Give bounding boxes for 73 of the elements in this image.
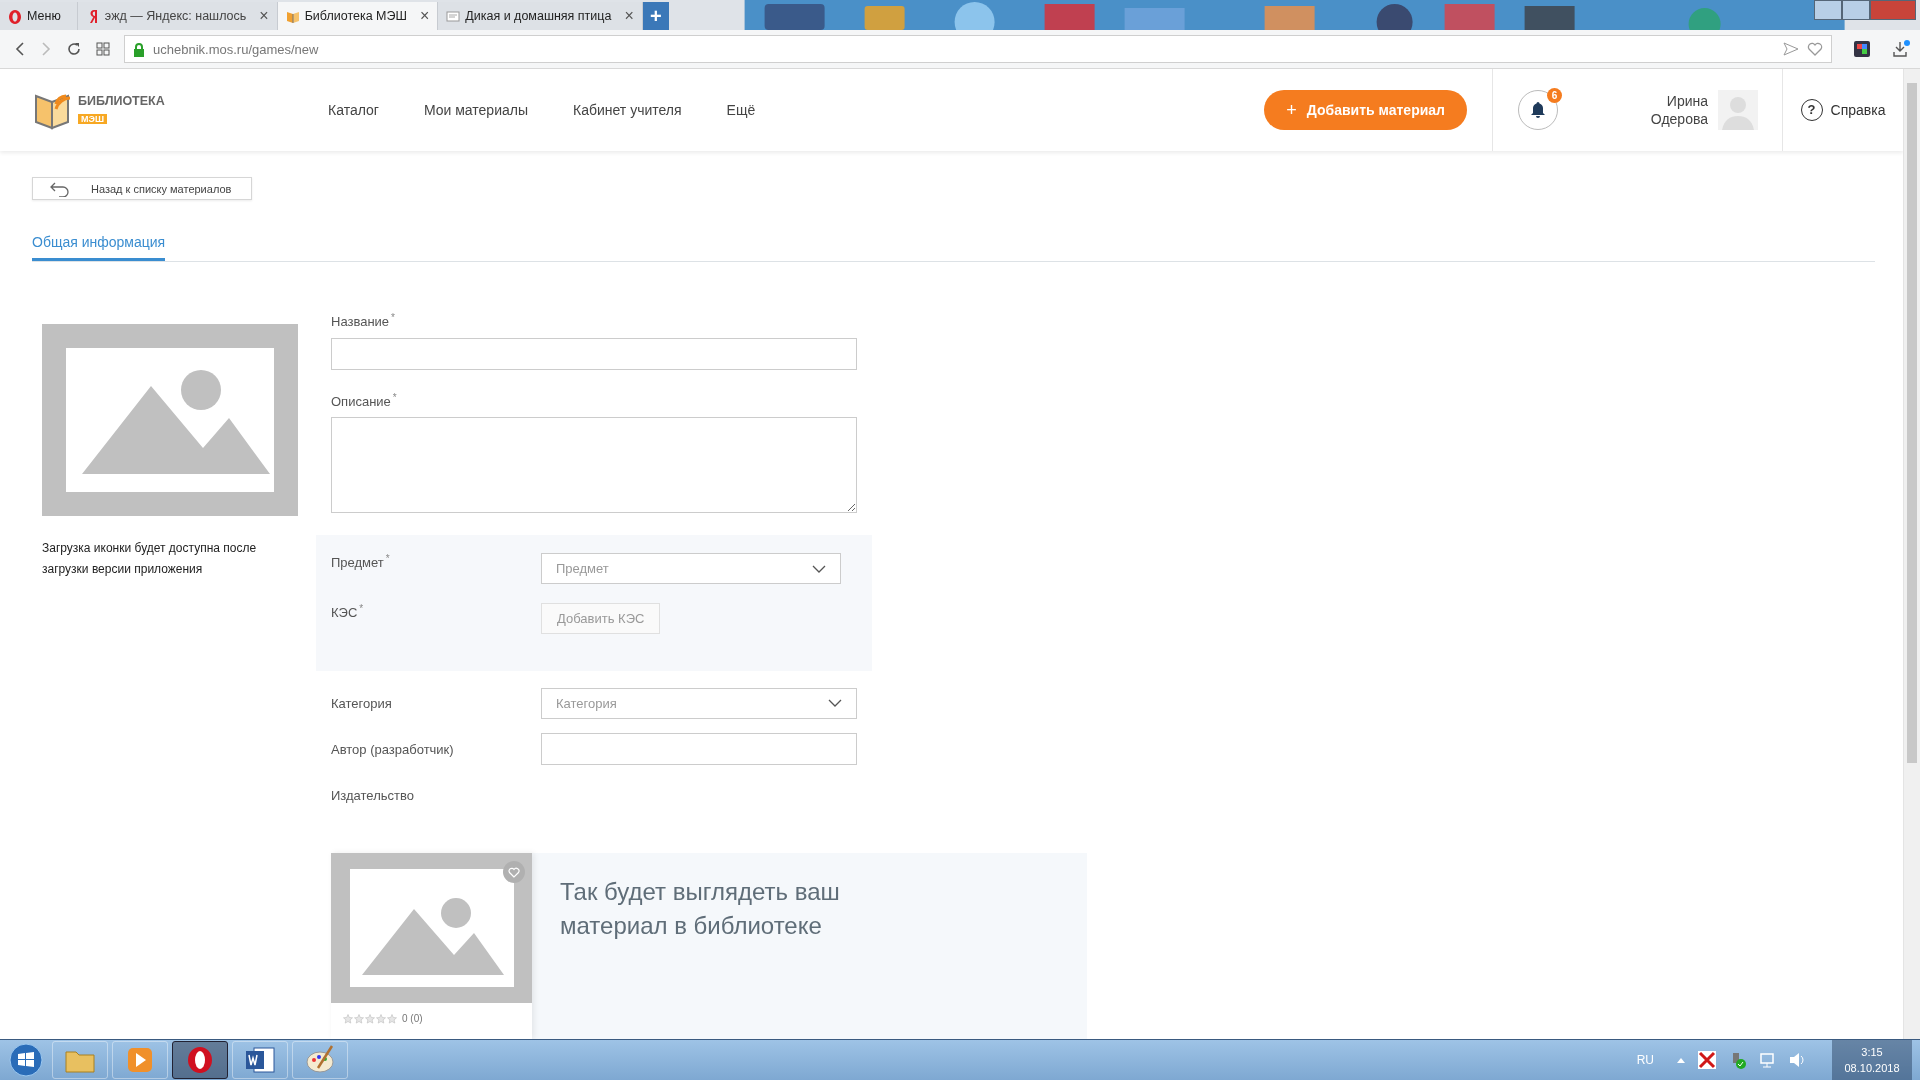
- address-field[interactable]: uchebnik.mos.ru/games/new: [124, 35, 1832, 63]
- logo-title: БИБЛИОТЕКА: [78, 94, 165, 108]
- tab-title: Дикая и домашняя птица: [465, 9, 613, 23]
- section-tab[interactable]: Общая информация: [32, 234, 166, 262]
- grid-icon: [96, 42, 110, 56]
- star-icon: [387, 1013, 397, 1024]
- tab-title: эжд — Яндекс: нашлось: [104, 9, 248, 23]
- star-icon: [365, 1013, 375, 1024]
- heart-icon: [508, 866, 520, 878]
- tab-title: Библиотека МЭШ: [304, 9, 408, 23]
- rating-count: 0 (0): [402, 1013, 423, 1024]
- maximize-button[interactable]: [1842, 0, 1870, 20]
- back-arrow-icon: [49, 180, 71, 197]
- image-placeholder-icon: [42, 324, 298, 517]
- taskbar-app[interactable]: [172, 1041, 228, 1079]
- close-icon[interactable]: ×: [419, 8, 430, 24]
- nav-link[interactable]: Ещё: [726, 102, 756, 118]
- forward-icon: [40, 41, 52, 57]
- reload-icon: [66, 41, 82, 57]
- tray-arrow-icon: [1676, 1056, 1686, 1064]
- url-text: uchebnik.mos.ru/games/new: [153, 41, 319, 57]
- field-label: Описание$^{*}$: [331, 391, 398, 409]
- scrollbar-thumb[interactable]: [1907, 83, 1917, 763]
- nav-link[interactable]: Кабинет учителя: [573, 102, 682, 118]
- star-icon: [376, 1013, 386, 1024]
- field-label: Категория: [331, 695, 393, 711]
- network-icon: [1758, 1051, 1776, 1069]
- back-button[interactable]: Назад к списку материалов: [32, 177, 252, 201]
- download-icon: [1892, 40, 1910, 58]
- image-placeholder-icon: [349, 869, 514, 987]
- tab-title: Меню: [27, 9, 62, 23]
- nav-link[interactable]: Мои материалы: [423, 102, 528, 118]
- star-icon: [343, 1013, 353, 1024]
- speaker-icon: [1788, 1051, 1806, 1069]
- lock-icon: [133, 41, 145, 57]
- icon-upload-note: Загрузка иконки будет доступна после загрузки версии приложения: [42, 540, 258, 579]
- clock-time: 3:15: [1860, 1045, 1884, 1060]
- minimize-button[interactable]: [1814, 0, 1842, 20]
- chevron-down-icon: [812, 564, 826, 573]
- bell-icon: [1530, 101, 1546, 119]
- clock[interactable]: 3:15 08.10.2018: [1832, 1040, 1912, 1080]
- close-icon[interactable]: ×: [259, 8, 269, 24]
- heart-icon: [1807, 42, 1823, 56]
- clock-date: 08.10.2018: [1843, 1061, 1901, 1076]
- avatar-icon: [1718, 90, 1758, 130]
- user-name[interactable]: Ирина Одерова: [1638, 92, 1708, 128]
- new-tab-button[interactable]: +: [642, 2, 669, 30]
- send-icon: [1783, 42, 1799, 56]
- logo-badge: МЭШ: [78, 114, 107, 124]
- page-icon: [446, 8, 461, 24]
- opera-icon: [8, 8, 22, 24]
- close-icon[interactable]: ×: [624, 8, 634, 24]
- field-label: Предмет$^{*}$: [331, 553, 391, 571]
- notification-badge: 6: [1547, 88, 1562, 103]
- favorite-button[interactable]: [503, 861, 525, 883]
- browser-tab[interactable]: Библиотека МЭШ ×: [277, 2, 439, 30]
- text-input[interactable]: [541, 733, 857, 765]
- windows-icon: [9, 1043, 43, 1077]
- back-icon: [14, 41, 26, 57]
- field-label: Издательство: [331, 787, 415, 803]
- field-label: Автор (разработчик): [331, 741, 455, 757]
- nav-link[interactable]: Каталог: [328, 102, 379, 118]
- help-link[interactable]: ? Справка: [1800, 99, 1886, 121]
- chevron-down-icon: [828, 699, 842, 707]
- text-input[interactable]: [331, 337, 857, 370]
- field-label: Название$^{*}$: [331, 312, 396, 330]
- star-icon: [354, 1013, 364, 1024]
- text-area[interactable]: [331, 417, 857, 513]
- scrollbar[interactable]: [1903, 69, 1920, 1039]
- antivirus-icon: [1698, 1051, 1716, 1069]
- preview-heading: Так будет выглядеть ваш материал в библиотеке: [560, 877, 841, 941]
- extension-icon: [1854, 41, 1870, 57]
- field-label: КЭС$^{*}$: [331, 603, 365, 621]
